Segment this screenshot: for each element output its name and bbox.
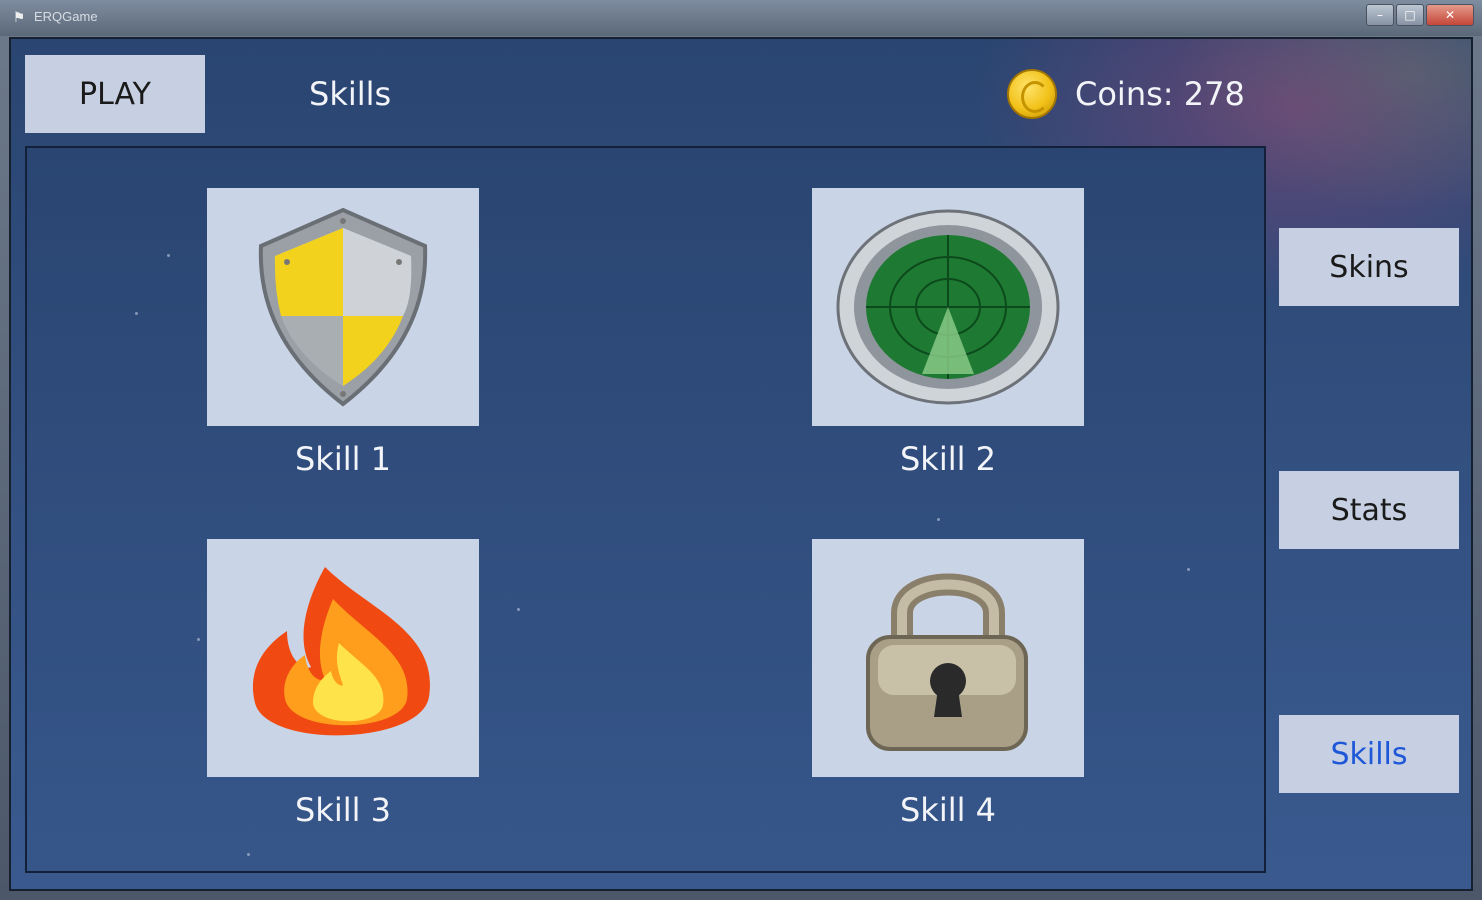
skill-label-3: Skill 3	[294, 791, 392, 829]
skill-tile-1[interactable]	[207, 188, 479, 426]
skill-label-2: Skill 2	[899, 440, 997, 478]
minimize-button[interactable]: –	[1366, 4, 1394, 26]
stats-button[interactable]: Stats	[1279, 471, 1459, 549]
app-icon: ⚑	[12, 10, 26, 26]
skill-tile-4[interactable]	[812, 539, 1084, 777]
close-button[interactable]: ✕	[1426, 4, 1474, 26]
skill-label-1: Skill 1	[294, 440, 392, 478]
page-title: Skills	[309, 75, 392, 113]
shield-icon	[258, 207, 428, 407]
fire-icon	[252, 567, 430, 736]
coin-icon	[1007, 69, 1057, 119]
game-client-area: PLAY Skills Coins: 278 Skill 1 Skill 2 S…	[9, 37, 1473, 891]
radar-icon	[836, 209, 1060, 405]
skins-button[interactable]: Skins	[1279, 228, 1459, 306]
coins-counter: Coins: 278	[1075, 75, 1245, 113]
skills-button[interactable]: Skills	[1279, 715, 1459, 793]
skill-tile-3[interactable]	[207, 539, 479, 777]
app-window: ⚑ ERQGame – □ ✕ PLAY Skills Coins: 278 S…	[0, 0, 1482, 900]
play-button[interactable]: PLAY	[25, 55, 205, 133]
maximize-button[interactable]: □	[1396, 4, 1424, 26]
lock-icon	[866, 573, 1028, 751]
skill-label-4: Skill 4	[899, 791, 997, 829]
window-title: ERQGame	[34, 9, 98, 24]
skill-tile-2[interactable]	[812, 188, 1084, 426]
window-controls: – □ ✕	[1366, 4, 1474, 26]
skills-panel: Skill 1 Skill 2 Skill 3 Skill 4	[25, 146, 1266, 873]
title-bar[interactable]: ⚑ ERQGame – □ ✕	[0, 0, 1482, 36]
